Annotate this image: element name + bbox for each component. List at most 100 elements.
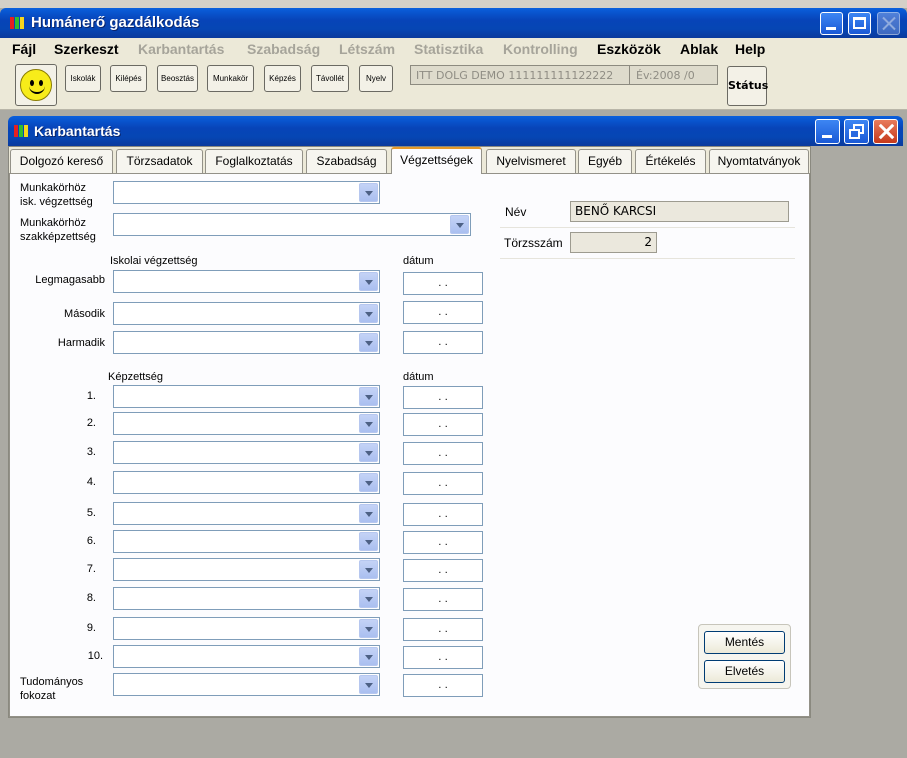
chevron-down-icon[interactable] — [359, 473, 378, 492]
school-date-field[interactable]: . . — [403, 301, 483, 324]
skill-row-label: 4. — [86, 476, 96, 488]
toolbar-iskolak-button[interactable]: Iskolák — [65, 65, 101, 92]
school-row-label: Harmadik — [57, 337, 105, 349]
skill-combo[interactable] — [113, 617, 380, 640]
mk-szak-combo[interactable] — [113, 213, 471, 236]
skill-combo[interactable] — [113, 412, 380, 435]
school-combo[interactable] — [113, 331, 380, 354]
school-combo[interactable] — [113, 270, 380, 293]
maximize-button[interactable] — [848, 12, 871, 35]
menu-statisztika[interactable]: Statisztika — [414, 41, 483, 57]
menu-szabadsag[interactable]: Szabadság — [247, 41, 320, 57]
name-label: Név — [505, 205, 527, 219]
tab-szabadsag[interactable]: Szabadság — [306, 149, 387, 173]
school-header: Iskolai végzettség — [110, 255, 198, 267]
menu-letszam[interactable]: Létszám — [339, 41, 395, 57]
home-button[interactable] — [15, 64, 57, 106]
menu-ablak[interactable]: Ablak — [680, 41, 718, 57]
degree-combo[interactable] — [113, 673, 380, 696]
skill-date-field[interactable]: . . — [403, 646, 483, 669]
name-field: BENŐ KARCSI — [570, 201, 789, 222]
chevron-down-icon[interactable] — [359, 333, 378, 352]
chevron-down-icon[interactable] — [359, 675, 378, 694]
cancel-button[interactable]: Elvetés — [704, 660, 785, 683]
chevron-down-icon[interactable] — [359, 304, 378, 323]
tab-egyeb[interactable]: Egyéb — [578, 149, 632, 173]
chevron-down-icon[interactable] — [359, 619, 378, 638]
skill-row-label: 2. — [86, 417, 96, 429]
skill-combo[interactable] — [113, 441, 380, 464]
chevron-down-icon[interactable] — [359, 560, 378, 579]
school-row-label: Második — [64, 308, 105, 320]
chevron-down-icon[interactable] — [359, 532, 378, 551]
skill-date-field[interactable]: . . — [403, 588, 483, 611]
skill-date-field[interactable]: . . — [403, 559, 483, 582]
chevron-down-icon[interactable] — [359, 414, 378, 433]
child-close-button[interactable] — [873, 119, 898, 144]
menu-szerkeszt[interactable]: Szerkeszt — [54, 41, 119, 57]
info-year: Év:2008 /0 — [636, 69, 695, 82]
toolbar-kilepes-button[interactable]: Kilépés — [110, 65, 147, 92]
toolbar-munkakor-button[interactable]: Munkakör — [207, 65, 254, 92]
info-box: ITT DOLG DEMO 111111111122222 Év:2008 /0 — [410, 65, 718, 85]
skill-combo[interactable] — [113, 645, 380, 668]
minimize-button[interactable] — [820, 12, 843, 35]
tab-torzsadatok[interactable]: Törzsadatok — [116, 149, 203, 173]
chevron-down-icon[interactable] — [359, 504, 378, 523]
skill-combo[interactable] — [113, 385, 380, 408]
child-restore-button[interactable] — [844, 119, 869, 144]
app-title: Humánerő gazdálkodás — [31, 14, 200, 31]
skill-date-field[interactable]: . . — [403, 472, 483, 495]
id-field: 2 — [570, 232, 657, 253]
tab-nyelvismeret[interactable]: Nyelvismeret — [486, 149, 576, 173]
skill-combo[interactable] — [113, 471, 380, 494]
skill-date-field[interactable]: . . — [403, 503, 483, 526]
toolbar-kepzes-button[interactable]: Képzés — [264, 65, 301, 92]
child-minimize-button[interactable] — [815, 119, 840, 144]
menu-karbantartas[interactable]: Karbantartás — [138, 41, 224, 57]
skill-combo[interactable] — [113, 587, 380, 610]
skill-date-field[interactable]: . . — [403, 442, 483, 465]
chevron-down-icon[interactable] — [359, 387, 378, 406]
school-date-field[interactable]: . . — [403, 272, 483, 295]
save-button[interactable]: Mentés — [704, 631, 785, 654]
chevron-down-icon[interactable] — [359, 589, 378, 608]
tab-vegzettsegek[interactable]: Végzettségek — [391, 147, 482, 174]
skill-date-field[interactable]: . . — [403, 386, 483, 409]
menu-help[interactable]: Help — [735, 41, 765, 57]
skill-combo[interactable] — [113, 502, 380, 525]
school-date-field[interactable]: . . — [403, 331, 483, 354]
skill-date-field[interactable]: . . — [403, 413, 483, 436]
skill-row-label: 6. — [86, 535, 96, 547]
child-titlebar: Karbantartás — [8, 116, 903, 146]
chevron-down-icon[interactable] — [359, 647, 378, 666]
toolbar-beosztas-button[interactable]: Beosztás — [157, 65, 198, 92]
menu-kontrolling[interactable]: Kontrolling — [503, 41, 578, 57]
toolbar-nyelv-button[interactable]: Nyelv — [359, 65, 393, 92]
id-label: Törzsszám — [504, 236, 563, 250]
mk-isk-combo[interactable] — [113, 181, 380, 204]
info-text: ITT DOLG DEMO 111111111122222 — [416, 69, 614, 82]
skill-date-field[interactable]: . . — [403, 618, 483, 641]
tab-dolgozo-kereso[interactable]: Dolgozó kereső — [10, 149, 113, 173]
menu-fajl[interactable]: Fájl — [12, 41, 36, 57]
tab-nyomtatvanyok[interactable]: Nyomtatványok — [709, 149, 809, 173]
skill-combo[interactable] — [113, 558, 380, 581]
skill-combo[interactable] — [113, 530, 380, 553]
chevron-down-icon[interactable] — [450, 215, 469, 234]
tab-ertekeles[interactable]: Értékelés — [635, 149, 706, 173]
school-combo[interactable] — [113, 302, 380, 325]
chevron-down-icon[interactable] — [359, 183, 378, 202]
degree-label: Tudományos fokozat — [20, 676, 84, 702]
chevron-down-icon[interactable] — [359, 443, 378, 462]
status-button[interactable]: Státus — [727, 66, 768, 106]
smiley-icon — [20, 69, 52, 101]
close-button[interactable] — [877, 12, 900, 35]
skill-date-field[interactable]: . . — [403, 531, 483, 554]
menu-eszkozok[interactable]: Eszközök — [597, 41, 661, 57]
mk-isk-label: Munkakörhöz isk. végzettség — [20, 182, 93, 208]
degree-date-field[interactable]: . . — [403, 674, 483, 697]
toolbar-tavollet-button[interactable]: Távollét — [311, 65, 349, 92]
chevron-down-icon[interactable] — [359, 272, 378, 291]
tab-foglalkoztatas[interactable]: Foglalkoztatás — [205, 149, 303, 173]
